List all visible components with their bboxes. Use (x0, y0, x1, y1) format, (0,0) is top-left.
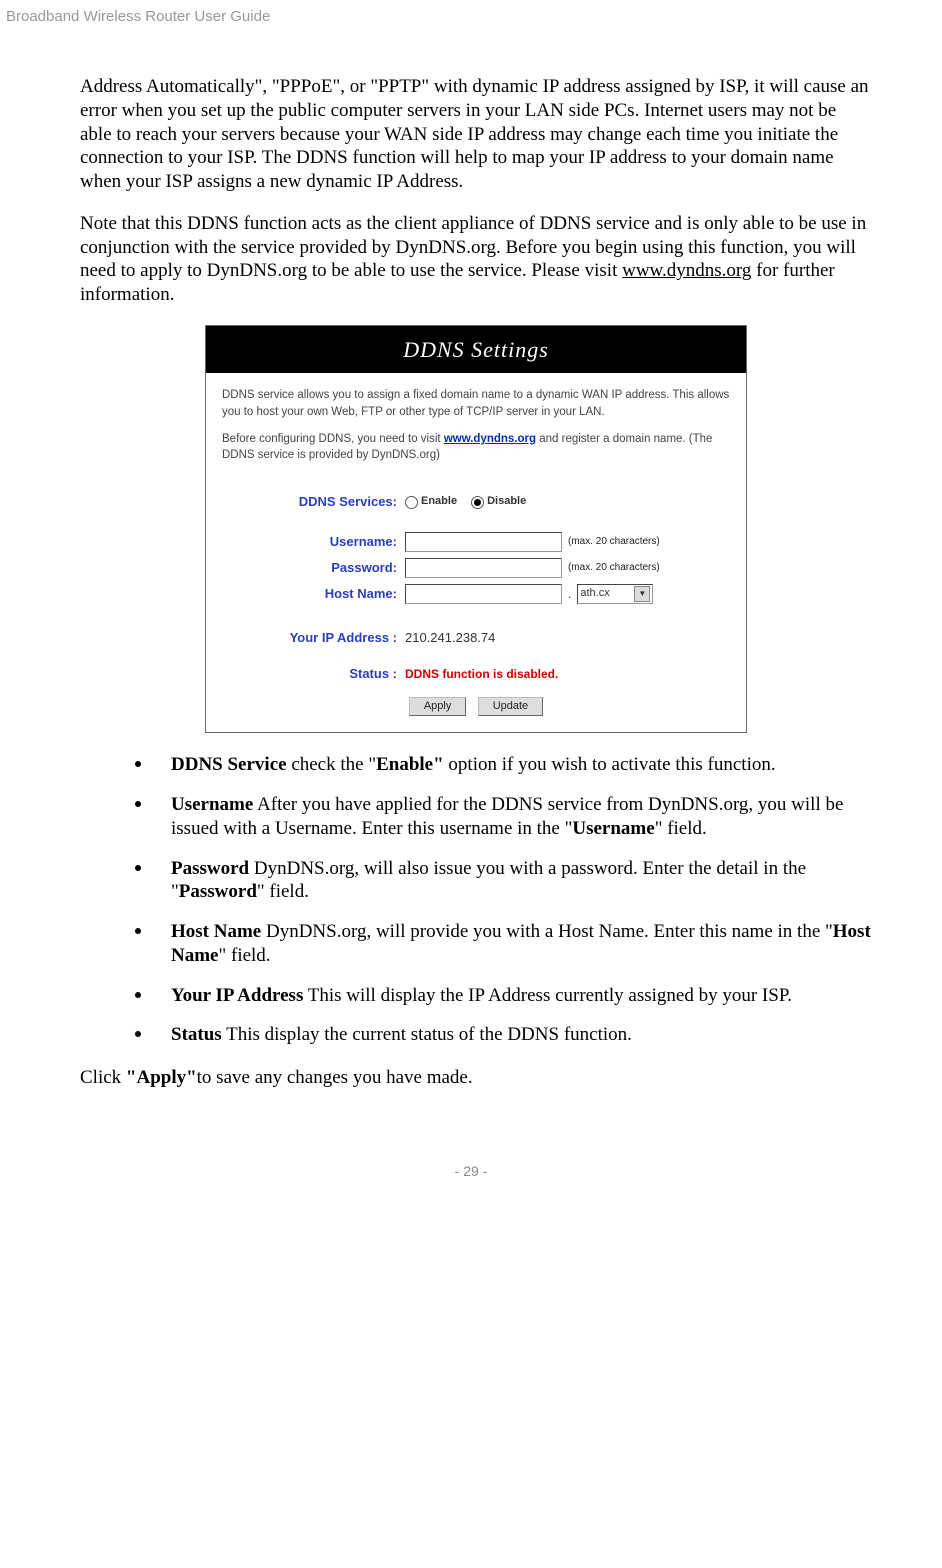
enable-label: Enable (421, 495, 457, 509)
username-label: Username: (222, 534, 405, 550)
bullet-ddns-service: DDNS Service check the "Enable" option i… (135, 753, 872, 777)
closing-c: to save any changes you have made. (197, 1067, 473, 1088)
password-label: Password: (222, 560, 405, 576)
bullet-list: DDNS Service check the "Enable" option i… (80, 753, 872, 1047)
bullet-status: Status This display the current status o… (135, 1023, 872, 1047)
domain-select[interactable]: ath.cx ▼ (577, 584, 653, 604)
screenshot-title: DDNS Settings (206, 326, 746, 374)
b3-text2: " field. (257, 881, 309, 902)
dyndns-link[interactable]: www.dyndns.org (622, 260, 751, 281)
radio-icon (471, 496, 484, 509)
b1-bold2: Enable" (376, 754, 444, 775)
ddns-services-label: DDNS Services: (222, 494, 405, 510)
closing-a: Click (80, 1067, 126, 1088)
b5-bold: Your IP Address (171, 985, 303, 1006)
closing-paragraph: Click "Apply"to save any changes you hav… (80, 1066, 872, 1090)
hostname-input[interactable] (405, 584, 562, 604)
chevron-down-icon: ▼ (634, 586, 650, 602)
ddns-screenshot: DDNS Settings DDNS service allows you to… (205, 325, 747, 734)
radio-icon (405, 496, 418, 509)
username-hint: (max. 20 characters) (568, 536, 660, 549)
bullet-your-ip: Your IP Address This will display the IP… (135, 984, 872, 1008)
b2-bold2: Username (572, 818, 654, 839)
b2-text: After you have applied for the DDNS serv… (171, 794, 843, 839)
status-label: Status : (222, 666, 405, 682)
select-value: ath.cx (580, 587, 609, 601)
status-value: DDNS function is disabled. (405, 667, 558, 682)
update-button[interactable]: Update (478, 697, 543, 717)
screenshot-intro-1: DDNS service allows you to assign a fixe… (222, 387, 730, 420)
bullet-password: Password DynDNS.org, will also issue you… (135, 857, 872, 905)
enable-radio[interactable]: Enable (405, 495, 457, 509)
b4-bold: Host Name (171, 921, 261, 942)
paragraph-1: Address Automatically", "PPPoE", or "PPT… (80, 75, 872, 194)
bullet-username: Username After you have applied for the … (135, 793, 872, 841)
intro2-a: Before configuring DDNS, you need to vis… (222, 433, 444, 445)
hostname-label: Host Name: (222, 586, 405, 602)
page-number: - 29 - (0, 1128, 942, 1189)
b2-bold: Username (171, 794, 253, 815)
screenshot-intro-2: Before configuring DDNS, you need to vis… (222, 431, 730, 464)
b1-text: check the " (287, 754, 377, 775)
b1-bold: DDNS Service (171, 754, 287, 775)
closing-b: "Apply" (126, 1067, 197, 1088)
b6-bold: Status (171, 1024, 222, 1045)
ip-value: 210.241.238.74 (405, 630, 495, 646)
page-header: Broadband Wireless Router User Guide (0, 0, 942, 25)
disable-label: Disable (487, 495, 526, 509)
hostname-dot: . (568, 587, 571, 602)
b3-bold2: Password (179, 881, 257, 902)
your-ip-label: Your IP Address : (222, 630, 405, 646)
password-hint: (max. 20 characters) (568, 562, 660, 575)
main-content: Address Automatically", "PPPoE", or "PPT… (0, 25, 942, 1128)
intro-dyndns-link[interactable]: www.dyndns.org (444, 433, 536, 445)
password-input[interactable] (405, 558, 562, 578)
b5-text: This will display the IP Address current… (303, 985, 792, 1006)
b4-text2: " field. (218, 945, 270, 966)
b3-bold: Password (171, 858, 249, 879)
bullet-hostname: Host Name DynDNS.org, will provide you w… (135, 920, 872, 968)
disable-radio[interactable]: Disable (471, 495, 526, 509)
paragraph-2: Note that this DDNS function acts as the… (80, 212, 872, 307)
username-input[interactable] (405, 532, 562, 552)
b4-text: DynDNS.org, will provide you with a Host… (261, 921, 833, 942)
b1-text2: option if you wish to activate this func… (444, 754, 776, 775)
apply-button[interactable]: Apply (409, 697, 467, 717)
b6-text: This display the current status of the D… (222, 1024, 632, 1045)
b2-text2: " field. (655, 818, 707, 839)
